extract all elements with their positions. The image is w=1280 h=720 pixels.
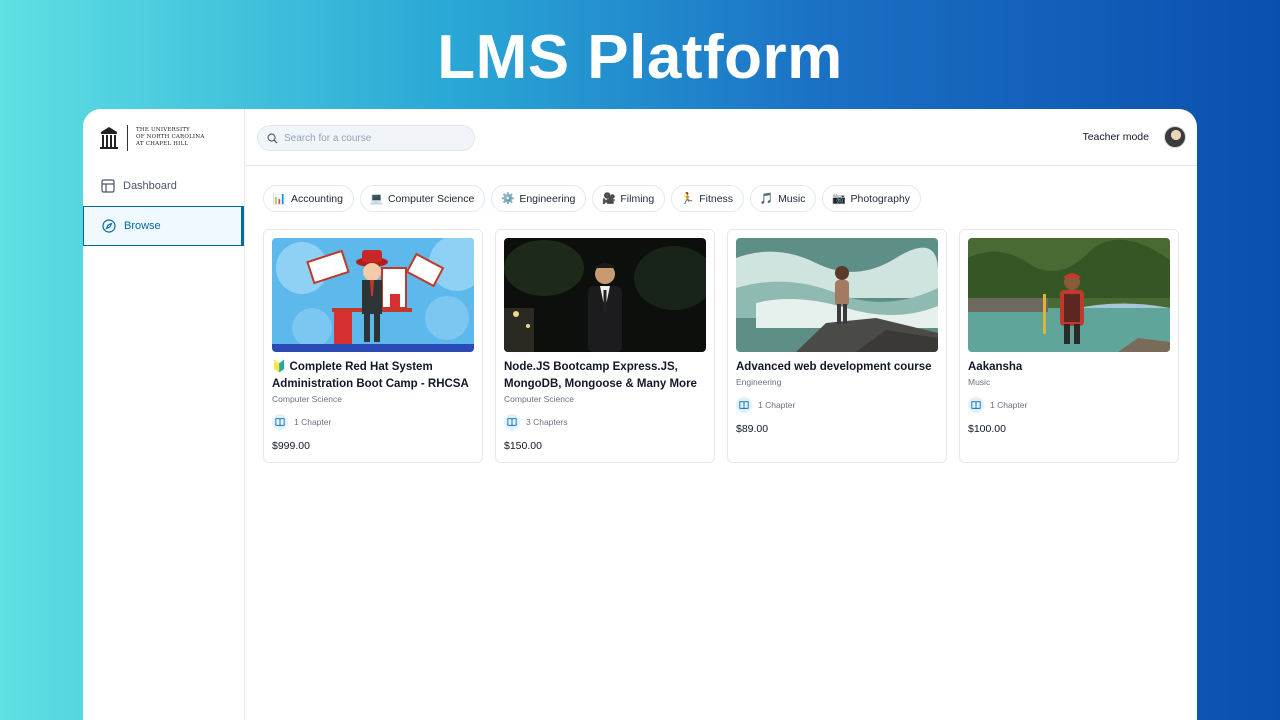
course-thumbnail-image xyxy=(968,238,1170,352)
search-icon xyxy=(267,133,278,144)
course-title: 🔰 Complete Red Hat System Administration… xyxy=(272,361,469,390)
university-logo[interactable]: THE UNIVERSITY of NORTH CAROLINA at CHAP… xyxy=(83,109,244,166)
layout-icon xyxy=(101,179,115,193)
course-card[interactable]: Advanced web development course Engineer… xyxy=(727,229,947,463)
course-card[interactable]: Node.JS Bootcamp Express.JS, MongoDB, Mo… xyxy=(495,229,715,463)
category-chip-label: Accounting xyxy=(291,192,343,205)
chapter-count-label: 1 Chapter xyxy=(990,400,1028,410)
chapter-count-label: 1 Chapter xyxy=(758,400,796,410)
book-icon xyxy=(504,414,520,430)
course-category: Music xyxy=(968,377,991,387)
logo-text: THE UNIVERSITY of NORTH CAROLINA at CHAP… xyxy=(136,127,205,148)
logo-divider xyxy=(127,124,128,151)
chapter-count-label: 3 Chapters xyxy=(526,417,568,427)
book-icon xyxy=(272,414,288,430)
course-price: $150.00 xyxy=(504,440,542,452)
topbar: Teacher mode xyxy=(245,109,1197,166)
chapter-count: 3 Chapters xyxy=(504,414,706,430)
course-category: Engineering xyxy=(736,377,782,387)
sidebar-item-label: Dashboard xyxy=(123,180,177,192)
chapter-count: 1 Chapter xyxy=(736,397,938,413)
sidebar-item-browse[interactable]: Browse xyxy=(83,206,244,246)
logo-line-2: of NORTH CAROLINA xyxy=(136,134,205,140)
compass-icon xyxy=(102,219,116,233)
logo-line-1: THE UNIVERSITY xyxy=(136,127,191,133)
teacher-mode-button[interactable]: Teacher mode xyxy=(1082,131,1149,143)
camera-icon: 📷 xyxy=(832,193,846,205)
category-filter-bar: 📊 Accounting 💻 Computer Science ⚙️ Engin… xyxy=(263,185,922,212)
old-well-icon xyxy=(100,126,118,149)
category-chip-filming[interactable]: 🎥 Filming xyxy=(592,185,666,212)
category-chip-label: Filming xyxy=(620,192,655,205)
course-title: Aakansha xyxy=(968,361,1023,373)
course-thumbnail-image xyxy=(736,238,938,352)
course-title: Node.JS Bootcamp Express.JS, MongoDB, Mo… xyxy=(504,361,697,390)
search-box[interactable] xyxy=(257,125,475,151)
course-category: Computer Science xyxy=(272,394,342,404)
bar-chart-icon: 📊 xyxy=(272,193,287,205)
course-grid: 🔰 Complete Red Hat System Administration… xyxy=(263,229,1179,463)
banner-title: LMS Platform xyxy=(437,23,843,92)
sidebar-item-label: Browse xyxy=(124,220,161,232)
course-thumbnail-image xyxy=(504,238,706,352)
gear-icon: ⚙️ xyxy=(500,193,515,205)
logo-line-3: at CHAPEL HILL xyxy=(136,141,189,147)
category-chip-label: Fitness xyxy=(699,192,734,205)
chapter-count: 1 Chapter xyxy=(272,414,474,430)
course-price: $100.00 xyxy=(968,423,1006,435)
film-camera-icon: 🎥 xyxy=(602,193,616,205)
course-title: Advanced web development course xyxy=(736,361,932,373)
book-icon xyxy=(736,397,752,413)
sidebar-item-dashboard[interactable]: Dashboard xyxy=(83,166,244,206)
category-chip-fitness[interactable]: 🏃 Fitness xyxy=(671,185,745,212)
category-chip-accounting[interactable]: 📊 Accounting xyxy=(263,185,354,212)
course-card[interactable]: Aakansha Music 1 Chapter $100.00 xyxy=(959,229,1179,463)
category-chip-label: Computer Science xyxy=(387,192,475,205)
user-avatar[interactable] xyxy=(1164,126,1186,148)
category-chip-label: Photography xyxy=(850,192,911,205)
music-note-icon: 🎵 xyxy=(759,193,774,205)
course-price: $999.00 xyxy=(272,440,310,452)
runner-icon: 🏃 xyxy=(680,193,695,205)
sidebar: THE UNIVERSITY of NORTH CAROLINA at CHAP… xyxy=(83,109,245,720)
main-content: Teacher mode 📊 Accounting 💻 Computer Sci… xyxy=(245,109,1197,720)
category-chip-computer-science[interactable]: 💻 Computer Science xyxy=(359,185,486,212)
course-category: Computer Science xyxy=(504,394,574,404)
book-icon xyxy=(968,397,984,413)
course-price: $89.00 xyxy=(736,423,769,435)
category-chip-music[interactable]: 🎵 Music xyxy=(750,185,817,212)
computer-icon: 💻 xyxy=(369,193,384,205)
category-chip-photography[interactable]: 📷 Photography xyxy=(822,185,922,212)
course-thumbnail-image xyxy=(272,238,474,352)
app-window: THE UNIVERSITY of NORTH CAROLINA at CHAP… xyxy=(83,109,1197,720)
course-card[interactable]: 🔰 Complete Red Hat System Administration… xyxy=(263,229,483,463)
category-chip-engineering[interactable]: ⚙️ Engineering xyxy=(491,185,587,212)
search-input[interactable] xyxy=(284,132,464,144)
category-chip-label: Music xyxy=(778,192,806,205)
category-chip-label: Engineering xyxy=(519,192,576,205)
chapter-count: 1 Chapter xyxy=(968,397,1170,413)
chapter-count-label: 1 Chapter xyxy=(294,417,332,427)
